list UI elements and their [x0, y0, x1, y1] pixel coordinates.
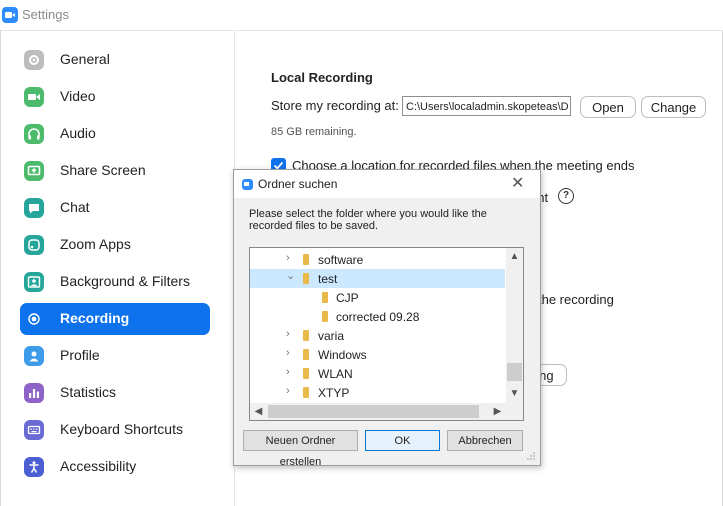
sidebar-item-zoom-apps[interactable]: Zoom Apps [20, 229, 210, 261]
new-folder-button[interactable]: Neuen Ordner erstellen [243, 430, 358, 468]
sidebar-item-label: Chat [60, 199, 90, 215]
scroll-right-icon[interactable]: ▶ [489, 403, 506, 420]
expand-chevron-icon[interactable]: › [286, 385, 290, 397]
sidebar-item-label: Zoom Apps [60, 236, 131, 252]
sidebar-item-audio[interactable]: Audio [20, 118, 210, 150]
collapse-chevron-icon[interactable]: ⌄ [286, 269, 295, 282]
browse-folder-dialog: Ordner suchen ✕ Please select the folder… [233, 169, 541, 468]
sidebar-item-label: Share Screen [60, 162, 146, 178]
profile-icon [24, 346, 44, 366]
vertical-scrollbar[interactable]: ▲ ▼ [506, 248, 523, 403]
sidebar-item-keyboard-shortcuts[interactable]: Keyboard Shortcuts [20, 414, 210, 446]
tree-item-cjp[interactable]: CJP [250, 288, 505, 307]
gear-icon [24, 50, 44, 70]
tree-item-label: varia [318, 329, 345, 343]
keyboard-icon [24, 420, 44, 440]
chat-bubble-icon [24, 198, 44, 218]
tree-item-wlan[interactable]: › WLAN [250, 364, 505, 383]
tree-item-label: WLAN [318, 367, 353, 381]
sidebar-item-label: Video [60, 88, 96, 104]
folder-icon [322, 311, 328, 322]
scroll-down-icon[interactable]: ▼ [506, 385, 523, 402]
sidebar-item-chat[interactable]: Chat [20, 192, 210, 224]
zoom-logo-icon [242, 179, 253, 190]
open-button[interactable]: Open [580, 96, 636, 118]
scroll-thumb[interactable] [268, 405, 479, 418]
sidebar-item-share-screen[interactable]: Share Screen [20, 155, 210, 187]
record-icon [24, 309, 44, 329]
settings-sidebar: General Video Audio Share Screen Chat Zo… [1, 31, 235, 506]
sidebar-item-label: Profile [60, 347, 100, 363]
tree-item-label: XTYP [318, 386, 350, 400]
resize-grip-icon[interactable] [526, 451, 536, 461]
folder-tree[interactable]: › software ⌄ test CJP corrected 09.28 › … [249, 247, 524, 421]
dialog-instruction: Please select the folder where you would… [249, 208, 487, 232]
title-bar: Settings [0, 0, 723, 31]
sidebar-item-label: Recording [60, 310, 130, 326]
scrollbar-corner [506, 403, 523, 420]
cancel-button[interactable]: Abbrechen [447, 430, 523, 451]
close-icon[interactable]: ✕ [511, 173, 524, 193]
storage-remaining-text: 85 GB remaining. [271, 126, 357, 138]
scroll-up-icon[interactable]: ▲ [506, 248, 523, 265]
tree-item-label: CJP [336, 291, 359, 305]
expand-chevron-icon[interactable]: › [286, 328, 290, 340]
apps-icon [24, 235, 44, 255]
sidebar-item-label: Audio [60, 125, 96, 141]
sidebar-item-label: General [60, 51, 110, 67]
folder-icon [322, 292, 328, 303]
tree-item-windows[interactable]: › Windows [250, 345, 505, 364]
sidebar-item-background-filters[interactable]: Background & Filters [20, 266, 210, 298]
dialog-title: Ordner suchen [258, 177, 338, 191]
accessibility-icon [24, 457, 44, 477]
tree-item-software[interactable]: › software [250, 250, 505, 269]
expand-chevron-icon[interactable]: › [286, 366, 290, 378]
section-title: Local Recording [271, 70, 373, 85]
tree-item-test[interactable]: ⌄ test [250, 269, 505, 288]
bar-chart-icon [24, 383, 44, 403]
help-question-icon[interactable]: ? [558, 188, 574, 204]
ok-button[interactable]: OK [365, 430, 440, 451]
headphones-icon [24, 124, 44, 144]
tree-item-xtyp[interactable]: › XTYP [250, 383, 505, 402]
sidebar-item-label: Keyboard Shortcuts [60, 421, 183, 437]
sidebar-item-label: Accessibility [60, 458, 137, 474]
sidebar-item-video[interactable]: Video [20, 81, 210, 113]
sidebar-item-label: Statistics [60, 384, 117, 400]
tree-item-label: test [318, 272, 338, 286]
folder-icon [303, 387, 309, 398]
folder-icon [303, 254, 309, 265]
folder-icon [303, 368, 309, 379]
store-location-label: Store my recording at: [271, 98, 399, 113]
dialog-title-bar: Ordner suchen ✕ [234, 170, 540, 198]
sidebar-item-label: Background & Filters [60, 273, 190, 289]
tree-item-label: software [318, 253, 364, 267]
sidebar-item-general[interactable]: General [20, 44, 210, 76]
window-title: Settings [22, 7, 69, 22]
expand-chevron-icon[interactable]: › [286, 347, 290, 359]
horizontal-scrollbar[interactable]: ◀ ▶ [250, 403, 506, 420]
partially-hidden-label: the recording [538, 292, 614, 307]
expand-chevron-icon[interactable]: › [286, 252, 290, 264]
video-camera-icon [24, 87, 44, 107]
sidebar-item-accessibility[interactable]: Accessibility [20, 451, 210, 483]
folder-icon [303, 349, 309, 360]
sidebar-item-recording[interactable]: Recording [20, 303, 210, 335]
tree-item-label: Windows [318, 348, 367, 362]
person-background-icon [24, 272, 44, 292]
folder-icon [303, 330, 309, 341]
folder-icon [303, 273, 309, 284]
change-button[interactable]: Change [641, 96, 706, 118]
recording-path-field[interactable]: C:\Users\localadmin.skopeteas\D [402, 96, 571, 116]
scroll-thumb[interactable] [507, 363, 522, 381]
tree-item-varia[interactable]: › varia [250, 326, 505, 345]
tree-item-corrected[interactable]: corrected 09.28 [250, 307, 505, 326]
sidebar-item-profile[interactable]: Profile [20, 340, 210, 372]
tree-item-label: corrected 09.28 [336, 310, 420, 324]
share-screen-icon [24, 161, 44, 181]
sidebar-item-statistics[interactable]: Statistics [20, 377, 210, 409]
zoom-logo-icon [2, 7, 18, 23]
scroll-left-icon[interactable]: ◀ [250, 403, 267, 420]
